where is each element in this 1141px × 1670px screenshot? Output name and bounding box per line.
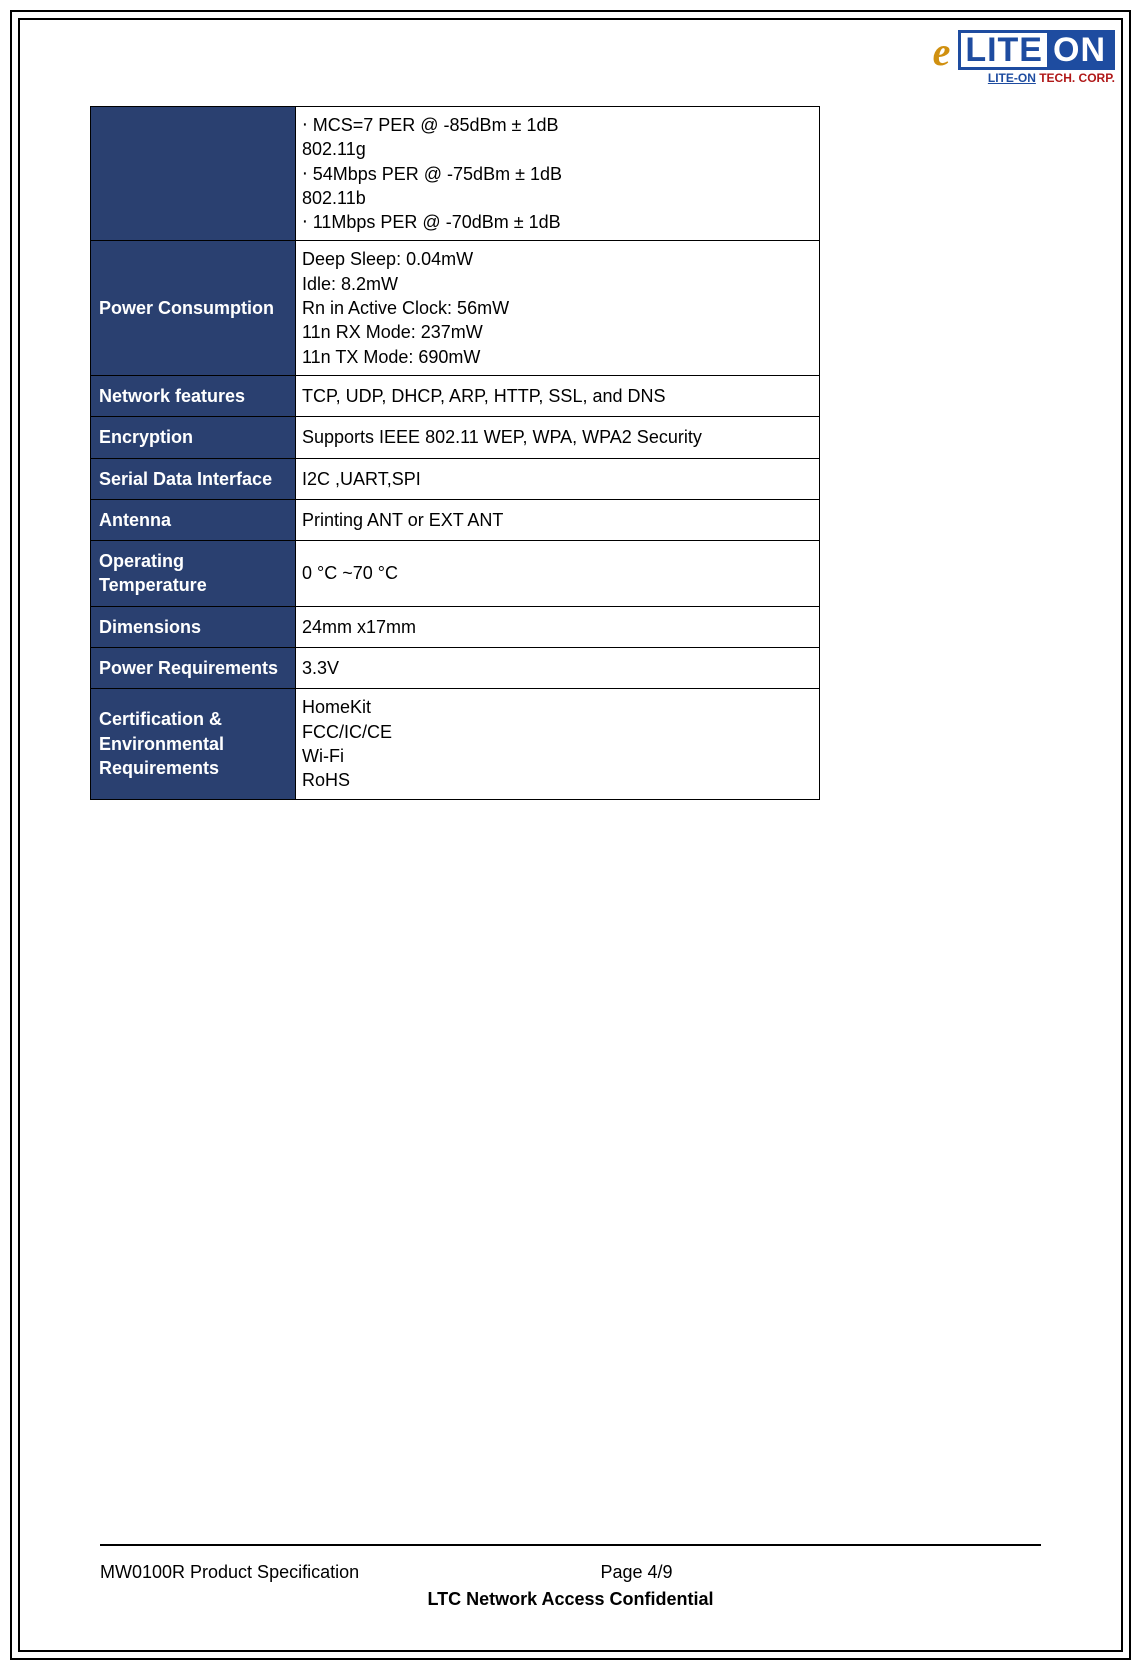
cell-label: Power Consumption	[91, 241, 296, 375]
outer-frame: e LITE ON LITE-ON TECH. CORP. ‧ MCS=7 PE…	[10, 10, 1131, 1660]
cell-label: Antenna	[91, 499, 296, 540]
cell-label: Network features	[91, 375, 296, 416]
footer-confidential: LTC Network Access Confidential	[100, 1589, 1041, 1610]
footer-divider	[100, 1544, 1041, 1546]
cell-label: Power Requirements	[91, 648, 296, 689]
table-row: Power Consumption Deep Sleep: 0.04mWIdle…	[91, 241, 820, 375]
logo-subtitle: LITE-ON TECH. CORP.	[933, 72, 1115, 84]
cell-value: Deep Sleep: 0.04mWIdle: 8.2mWRn in Activ…	[296, 241, 820, 375]
cell-label: Operating Temperature	[91, 541, 296, 607]
table-row: Serial Data Interface I2C ,UART,SPI	[91, 458, 820, 499]
table-row: Certification & Environmental Requiremen…	[91, 689, 820, 799]
footer: MW0100R Product Specification Page 4/9 L…	[100, 1544, 1041, 1610]
footer-page: Page 4/9	[541, 1562, 1042, 1583]
cell-label: Serial Data Interface	[91, 458, 296, 499]
table-row: Antenna Printing ANT or EXT ANT	[91, 499, 820, 540]
table-row: Operating Temperature 0 °C ~70 °C	[91, 541, 820, 607]
cell-value: HomeKitFCC/IC/CEWi-FiRoHS	[296, 689, 820, 799]
cell-value: Supports IEEE 802.11 WEP, WPA, WPA2 Secu…	[296, 417, 820, 458]
table-row: Network features TCP, UDP, DHCP, ARP, HT…	[91, 375, 820, 416]
header-logo: e LITE ON LITE-ON TECH. CORP.	[933, 30, 1115, 84]
cell-value: 0 °C ~70 °C	[296, 541, 820, 607]
logo-top: e LITE ON	[933, 30, 1115, 70]
table-row: ‧ MCS=7 PER @ -85dBm ± 1dB802.11g‧ 54Mbp…	[91, 107, 820, 241]
cell-value: 3.3V	[296, 648, 820, 689]
cell-label	[91, 107, 296, 241]
liteon-logo: LITE ON	[958, 30, 1115, 70]
e-icon: e	[933, 32, 951, 72]
cell-label: Encryption	[91, 417, 296, 458]
spec-table: ‧ MCS=7 PER @ -85dBm ± 1dB802.11g‧ 54Mbp…	[90, 106, 820, 800]
cell-value: TCP, UDP, DHCP, ARP, HTTP, SSL, and DNS	[296, 375, 820, 416]
cell-value: ‧ MCS=7 PER @ -85dBm ± 1dB802.11g‧ 54Mbp…	[296, 107, 820, 241]
inner-frame: e LITE ON LITE-ON TECH. CORP. ‧ MCS=7 PE…	[18, 18, 1123, 1652]
logo-on: ON	[1047, 33, 1112, 67]
spec-table-body: ‧ MCS=7 PER @ -85dBm ± 1dB802.11g‧ 54Mbp…	[91, 107, 820, 800]
table-row: Power Requirements 3.3V	[91, 648, 820, 689]
cell-value: Printing ANT or EXT ANT	[296, 499, 820, 540]
cell-value: I2C ,UART,SPI	[296, 458, 820, 499]
cell-label: Dimensions	[91, 606, 296, 647]
footer-row: MW0100R Product Specification Page 4/9	[100, 1562, 1041, 1583]
cell-label: Certification & Environmental Requiremen…	[91, 689, 296, 799]
cell-value: 24mm x17mm	[296, 606, 820, 647]
table-row: Encryption Supports IEEE 802.11 WEP, WPA…	[91, 417, 820, 458]
logo-sub-brand: LITE-ON	[988, 71, 1036, 85]
table-row: Dimensions 24mm x17mm	[91, 606, 820, 647]
logo-lite: LITE	[961, 33, 1047, 67]
logo-sub-corp: TECH. CORP.	[1036, 71, 1115, 85]
footer-doc-title: MW0100R Product Specification	[100, 1562, 541, 1583]
